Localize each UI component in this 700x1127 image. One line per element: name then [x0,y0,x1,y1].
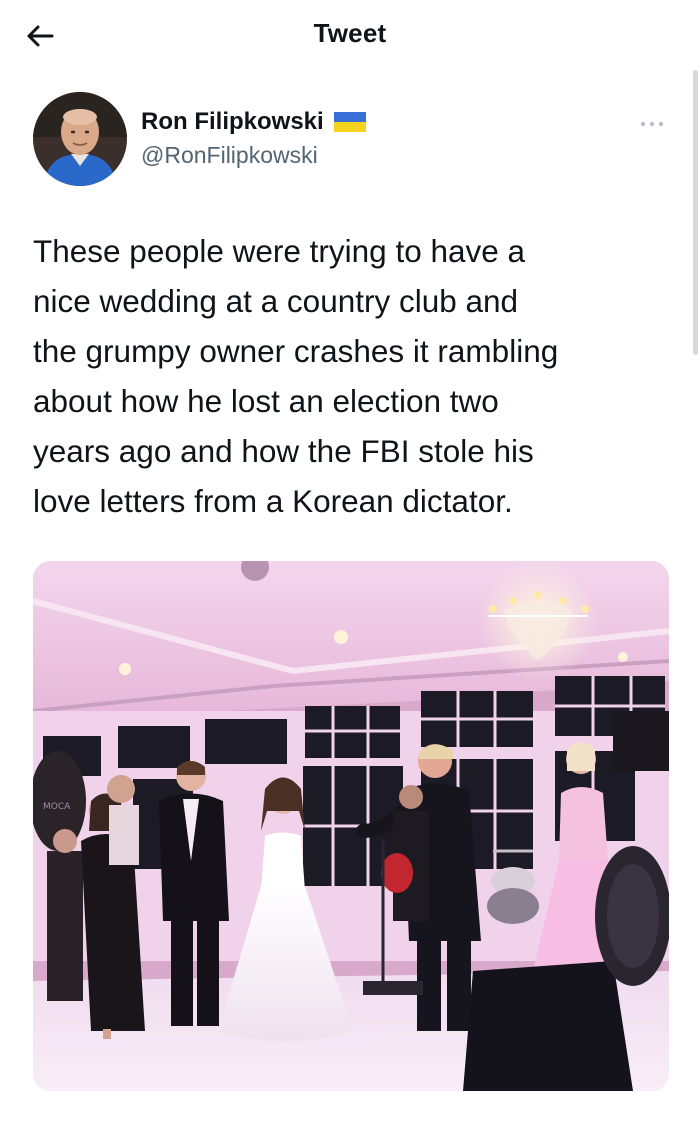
tweet-author: Ron Filipkowski @RonFilipkowski [33,92,673,188]
top-bar: Tweet [0,0,700,70]
display-name[interactable]: Ron Filipkowski [141,108,324,136]
avatar[interactable] [33,92,127,186]
ukraine-flag-icon [333,112,366,132]
speaker-sign: MOCA [43,802,71,812]
tweet-photo[interactable]: MOCA [33,561,669,1091]
tweet-text: These people were trying to have a nice … [33,233,559,519]
page-title: Tweet [313,18,387,48]
more-horizontal-icon [640,121,664,127]
more-options-button[interactable] [637,114,667,134]
scrollbar[interactable] [693,70,698,355]
user-handle[interactable]: @RonFilipkowski [141,142,366,169]
author-names: Ron Filipkowski @RonFilipkowski [141,108,366,169]
